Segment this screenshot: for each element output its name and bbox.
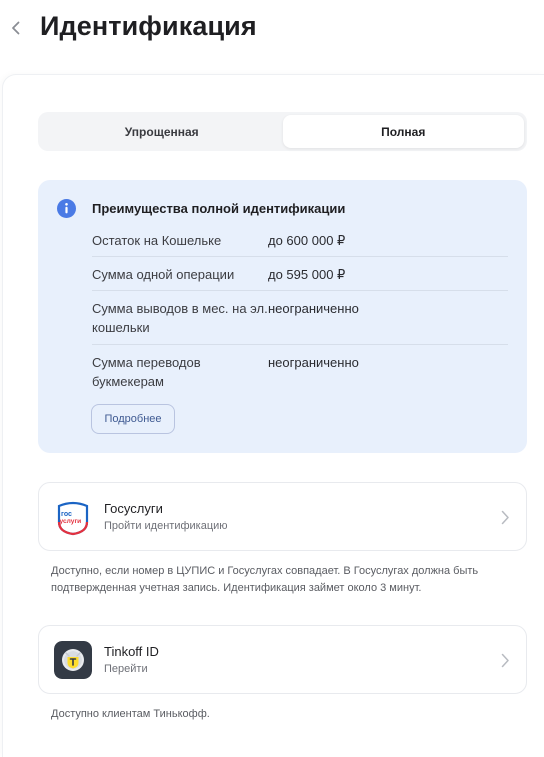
benefit-row: Сумма одной операции до 595 000 ₽	[92, 257, 508, 291]
tinkoff-title: Tinkoff ID	[104, 644, 159, 659]
benefits-title: Преимущества полной идентификации	[92, 201, 346, 216]
tab-full[interactable]: Полная	[282, 115, 524, 148]
benefit-value: до 595 000 ₽	[268, 267, 346, 282]
tab-simplified[interactable]: Упрощенная	[41, 115, 283, 148]
benefits-list: Остаток на Кошельке до 600 000 ₽ Сумма о…	[92, 224, 508, 397]
tinkoff-logo-icon	[54, 641, 92, 679]
benefit-label: Сумма выводов в мес. на эл. кошельки	[92, 301, 268, 335]
benefit-label: Сумма одной операции	[92, 267, 235, 282]
benefit-value: неограниченно	[268, 355, 359, 370]
gosuslugi-logo-text-bottom: услуги	[60, 518, 82, 525]
chevron-right-icon	[501, 510, 509, 525]
full-identification-benefits-panel: Преимущества полной идентификации Остато…	[38, 180, 527, 453]
benefit-value: неограниченно	[268, 301, 359, 316]
tinkoff-subtitle: Перейти	[104, 663, 148, 675]
gosuslugi-subtitle: Пройти идентификацию	[104, 520, 228, 532]
gosuslugi-option[interactable]: гос услуги Госуслуги Пройти идентификаци…	[38, 482, 527, 551]
identification-type-switch: Упрощенная Полная	[38, 112, 527, 151]
back-button[interactable]	[4, 14, 26, 42]
benefit-row: Остаток на Кошельке до 600 000 ₽	[92, 224, 508, 257]
benefit-label: Сумма переводов букмекерам	[92, 355, 201, 389]
benefit-value: до 600 000 ₽	[268, 233, 346, 248]
tinkoff-id-option[interactable]: Tinkoff ID Перейти	[38, 625, 527, 694]
gosuslugi-logo-icon: гос услуги	[54, 498, 92, 536]
chevron-left-icon	[11, 21, 19, 35]
benefit-row: Сумма переводов букмекерам неограниченно	[92, 345, 508, 397]
more-details-button[interactable]: Подробнее	[91, 404, 175, 434]
gosuslugi-logo-text-top: гос	[61, 511, 72, 518]
page-title: Идентификация	[40, 11, 257, 41]
benefit-label: Остаток на Кошельке	[92, 233, 222, 248]
tinkoff-note: Доступно клиентам Тинькофф.	[51, 708, 210, 720]
header: Идентификация	[0, 0, 544, 74]
gosuslugi-note: Доступно, если номер в ЦУПИС и Госуслуга…	[51, 565, 479, 594]
gosuslugi-title: Госуслуги	[104, 501, 163, 516]
chevron-right-icon	[501, 653, 509, 668]
benefit-row: Сумма выводов в мес. на эл. кошельки нео…	[92, 291, 508, 345]
page: Идентификация Упрощенная Полная Преимуще…	[0, 0, 544, 757]
info-icon	[57, 199, 76, 218]
